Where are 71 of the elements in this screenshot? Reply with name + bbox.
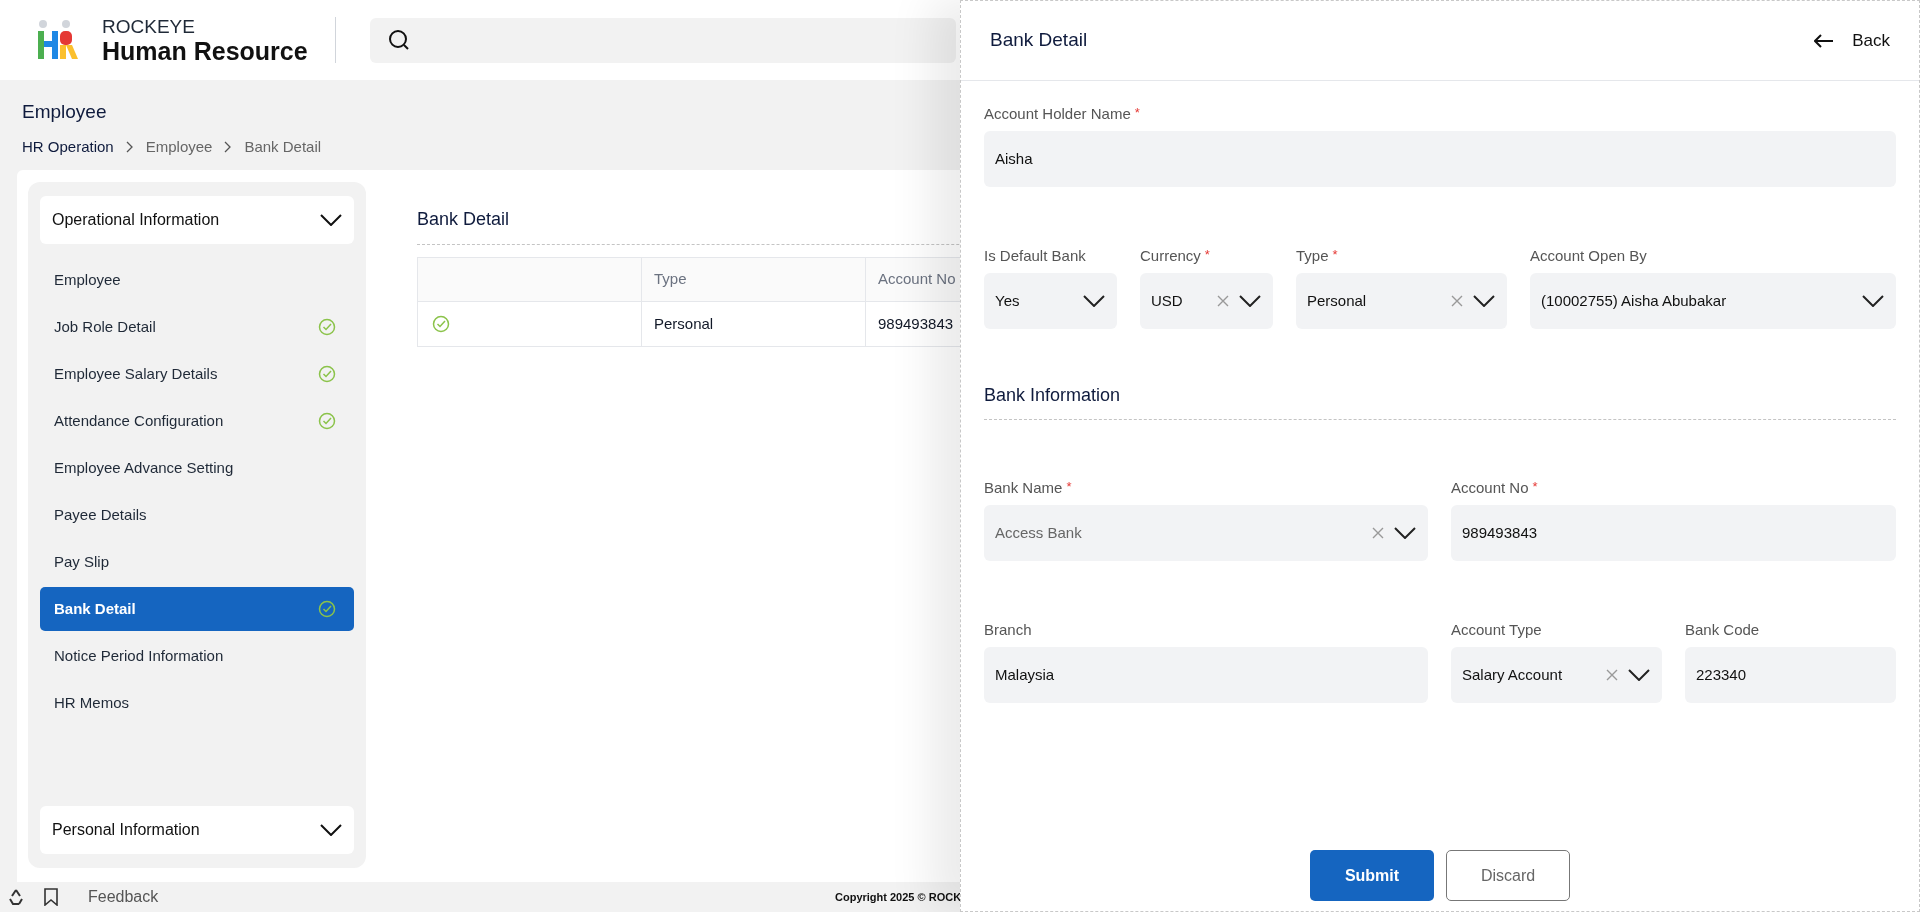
- section-header[interactable]: Personal Information: [40, 806, 354, 854]
- form-button[interactable]: Discard: [1446, 850, 1570, 901]
- close-icon: [1372, 527, 1384, 539]
- field-label: Branch: [984, 620, 1032, 640]
- sidebar-item[interactable]: Payee Details: [40, 493, 354, 537]
- field-label: Type: [1296, 246, 1329, 266]
- section-title: Bank Detail: [417, 208, 511, 231]
- sidebar-item[interactable]: HR Memos: [40, 681, 354, 725]
- sidebar-item[interactable]: Job Role Detail: [40, 305, 354, 349]
- table-cell-text: 989493843: [877, 313, 955, 334]
- section-header[interactable]: Operational Information: [40, 196, 354, 244]
- field-label: Account No: [1451, 478, 1529, 498]
- form-button[interactable]: Submit: [1310, 850, 1434, 901]
- select-field[interactable]: Salary Account: [1451, 647, 1662, 703]
- field-label: Currency: [1140, 246, 1201, 266]
- breadcrumb-link[interactable]: HR Operation: [22, 135, 114, 158]
- field-label: Account Open By: [1530, 246, 1647, 266]
- chevron-down-icon: [1862, 295, 1884, 307]
- close-icon: [1217, 295, 1229, 307]
- feedback-link[interactable]: Feedback: [88, 885, 159, 909]
- section-title: Bank Information: [984, 382, 1896, 420]
- chevron-down-icon: [1394, 527, 1416, 539]
- close-icon: [1606, 669, 1618, 681]
- sidebar-item[interactable]: Employee Salary Details: [40, 352, 354, 396]
- close-icon: [1451, 295, 1463, 307]
- chevron-down-icon: [1083, 295, 1105, 307]
- chevron-down-icon: [1473, 295, 1495, 307]
- required-mark: *: [1134, 104, 1140, 122]
- brand-name: ROCKEYE: [102, 16, 196, 36]
- required-mark: *: [1204, 246, 1210, 264]
- field-label: Bank Code: [1685, 620, 1760, 640]
- input-field[interactable]: 223340: [1685, 647, 1896, 703]
- chevron-down-icon: [1628, 669, 1650, 681]
- select-field[interactable]: Personal: [1296, 273, 1507, 329]
- chevron-right-icon: [125, 140, 134, 153]
- input-field[interactable]: 989493843: [1451, 505, 1896, 561]
- copyright-text: Copyright 2025 © ROCK: [835, 889, 962, 905]
- search-field[interactable]: [370, 17, 956, 63]
- field-label: Is Default Bank: [984, 246, 1086, 266]
- page-title: Employee: [22, 100, 107, 124]
- chevron-down-icon: [320, 214, 342, 226]
- required-mark: *: [1066, 478, 1072, 496]
- search-icon: [388, 29, 410, 51]
- select-field[interactable]: USD: [1140, 273, 1273, 329]
- input-field[interactable]: Malaysia: [984, 647, 1428, 703]
- sidebar-item[interactable]: Pay Slip: [40, 540, 354, 584]
- sidebar-item[interactable]: Bank Detail: [40, 587, 354, 631]
- back-button[interactable]: Back: [1814, 27, 1890, 54]
- chevron-right-icon: [224, 140, 233, 153]
- breadcrumb-link[interactable]: Bank Detail: [244, 135, 322, 158]
- field-label: Account Holder Name: [984, 104, 1131, 124]
- table-cell: Personal: [642, 302, 866, 346]
- panel-title: Bank Detail: [990, 28, 1088, 53]
- required-mark: *: [1332, 246, 1338, 264]
- sidebar-item[interactable]: Employee: [40, 258, 354, 302]
- breadcrumb-link[interactable]: Employee: [145, 135, 213, 158]
- chevron-down-icon: [1239, 295, 1261, 307]
- field-label: Account Type: [1451, 620, 1542, 640]
- required-mark: *: [1532, 478, 1538, 496]
- sidebar-item[interactable]: Attendance Configuration: [40, 399, 354, 443]
- app-title: Human Resource: [102, 38, 308, 64]
- input-field[interactable]: Aisha: [984, 131, 1896, 187]
- select-field[interactable]: Yes: [984, 273, 1117, 329]
- bookmark-icon[interactable]: [44, 888, 58, 906]
- sidebar-item[interactable]: Employee Advance Setting: [40, 446, 354, 490]
- select-field[interactable]: (10002755) Aisha Abubakar: [1530, 273, 1896, 329]
- back-arrow-icon: [1814, 33, 1835, 48]
- sidebar-item[interactable]: Notice Period Information: [40, 634, 354, 678]
- field-label: Bank Name: [984, 478, 1063, 498]
- chevron-down-icon: [320, 824, 342, 836]
- column-header: Type: [642, 258, 866, 301]
